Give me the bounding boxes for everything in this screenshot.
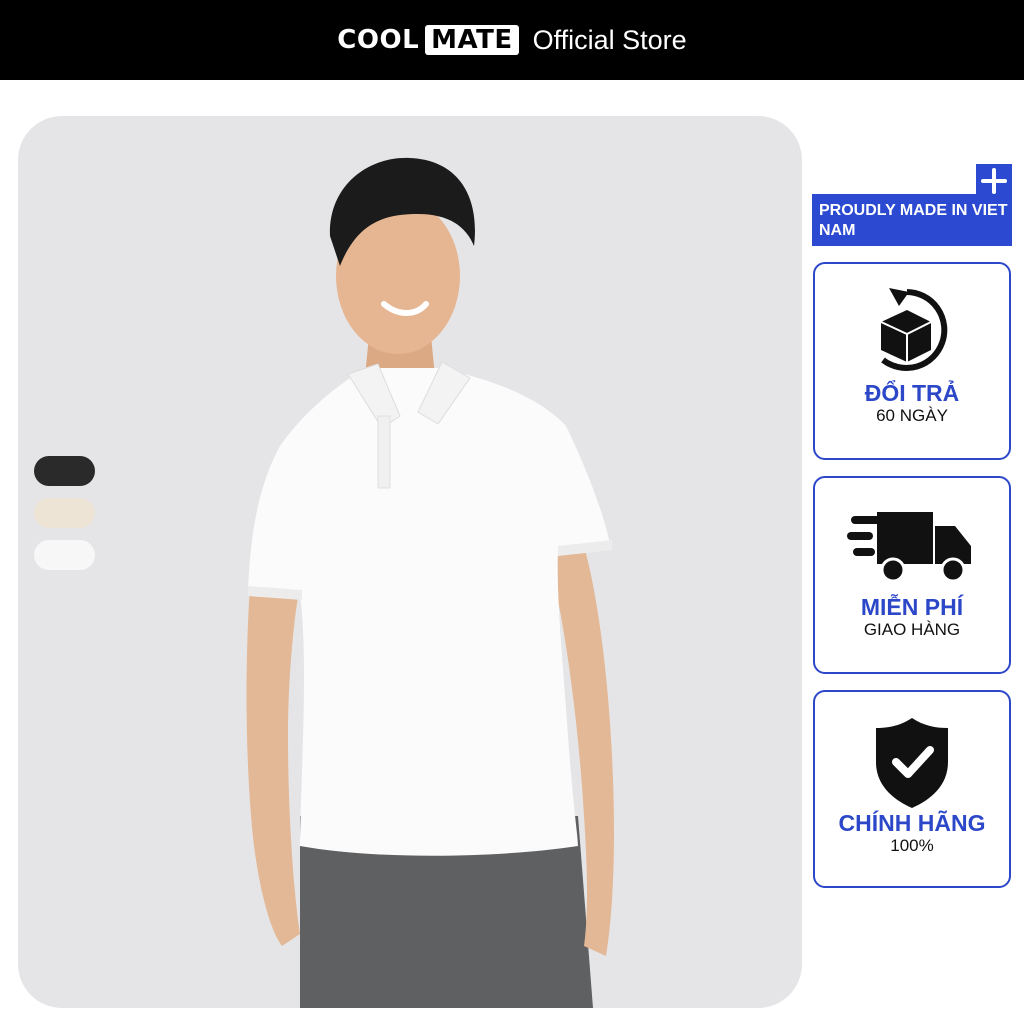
shipping-subtitle: GIAO HÀNG [863, 620, 961, 639]
return-subtitle: 60 NGÀY [876, 406, 948, 425]
shipping-title: MIỄN PHÍ [860, 594, 964, 620]
truck-icon [847, 512, 971, 583]
polo-shirt [248, 368, 610, 856]
brand-logo: COOL MATE [337, 25, 519, 55]
brand-logo-cool: COOL [337, 25, 420, 55]
swatch-black[interactable] [34, 456, 95, 486]
authentic-subtitle: 100% [890, 836, 934, 855]
left-arm [246, 586, 300, 946]
color-swatch-list [34, 456, 95, 570]
store-header: COOL MATE Official Store [0, 0, 1024, 80]
model-illustration [246, 157, 614, 1008]
swatch-beige[interactable] [34, 498, 95, 528]
authentic-title: CHÍNH HÃNG [838, 810, 986, 836]
store-label: Official Store [532, 24, 687, 55]
return-box-icon [880, 288, 948, 371]
brand-logo-mate: MATE [425, 25, 519, 55]
free-shipping-badge: MIỄN PHÍ GIAO HÀNG [813, 476, 1011, 674]
made-in-vietnam-badge: PROUDLY MADE IN VIET NAM [812, 194, 1012, 246]
return-title: ĐỔI TRẢ [864, 380, 960, 406]
return-policy-badge: ĐỔI TRẢ 60 NGÀY [813, 262, 1011, 460]
product-image[interactable] [18, 116, 802, 1008]
shield-check-icon [876, 718, 948, 808]
made-in-plus-icon [976, 164, 1012, 198]
brand[interactable]: COOL MATE Official Store [337, 24, 687, 56]
swatch-white[interactable] [34, 540, 95, 570]
authentic-badge: CHÍNH HÃNG 100% [813, 690, 1011, 888]
